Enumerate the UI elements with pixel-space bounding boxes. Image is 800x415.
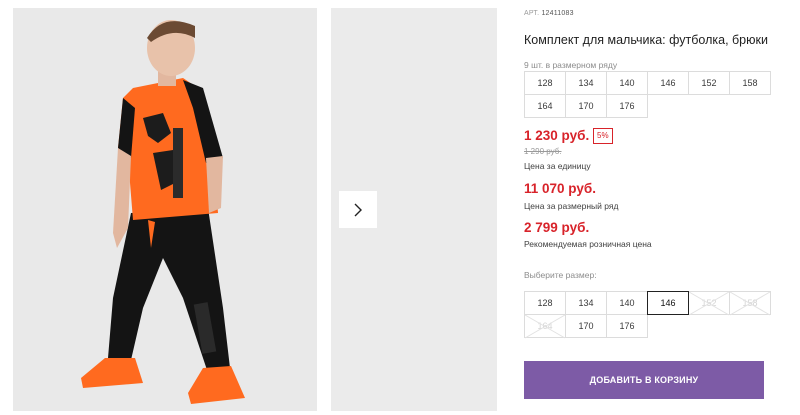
size-row-price-label: Цена за размерный ряд — [524, 201, 619, 211]
product-photo-main[interactable] — [13, 8, 317, 411]
size-option-146[interactable]: 146 — [647, 291, 689, 315]
size-option-152: 152 — [688, 291, 730, 315]
discount-badge: 5% — [593, 128, 613, 144]
retail-price-label: Рекомендуемая розничная цена — [524, 239, 652, 249]
row-size-cell: 140 — [606, 71, 648, 95]
unit-price-label: Цена за единицу — [524, 161, 591, 171]
row-size-cell: 158 — [729, 71, 771, 95]
product-title: Комплект для мальчика: футболка, брюки — [524, 33, 768, 47]
article-label: АРТ. — [524, 10, 540, 17]
row-size-cell: 152 — [688, 71, 730, 95]
size-option-128[interactable]: 128 — [524, 291, 566, 315]
article-value: 12411083 — [541, 10, 574, 17]
row-size-cell: 134 — [565, 71, 607, 95]
size-selector: 128 134 140 146 152 158 164 170 176 — [524, 291, 771, 338]
add-to-cart-button[interactable]: ДОБАВИТЬ В КОРЗИНУ — [524, 361, 764, 399]
chevron-right-icon — [354, 203, 362, 216]
unit-price: 1 230 руб. — [524, 128, 590, 143]
choose-size-label: Выберите размер: — [524, 270, 597, 280]
retail-price: 2 799 руб. — [524, 220, 590, 235]
size-row-price: 11 070 руб. — [524, 181, 596, 196]
row-size-cell: 176 — [606, 94, 648, 118]
gallery-next-button[interactable] — [339, 191, 377, 228]
row-size-cell: 146 — [647, 71, 689, 95]
boy-outfit-illustration — [13, 8, 317, 411]
size-option-134[interactable]: 134 — [565, 291, 607, 315]
old-price: 1 290 руб. — [524, 147, 562, 156]
size-option-164: 164 — [524, 314, 566, 338]
row-size-cell: 128 — [524, 71, 566, 95]
size-option-176[interactable]: 176 — [606, 314, 648, 338]
size-option-170[interactable]: 170 — [565, 314, 607, 338]
row-size-cell: 164 — [524, 94, 566, 118]
row-size-cell: 170 — [565, 94, 607, 118]
size-row-grid: 128 134 140 146 152 158 164 170 176 — [524, 71, 771, 118]
article-number: АРТ. 12411083 — [524, 10, 574, 17]
size-option-140[interactable]: 140 — [606, 291, 648, 315]
size-option-158: 158 — [729, 291, 771, 315]
size-row-count: 9 шт. в размерном ряду — [524, 60, 618, 70]
